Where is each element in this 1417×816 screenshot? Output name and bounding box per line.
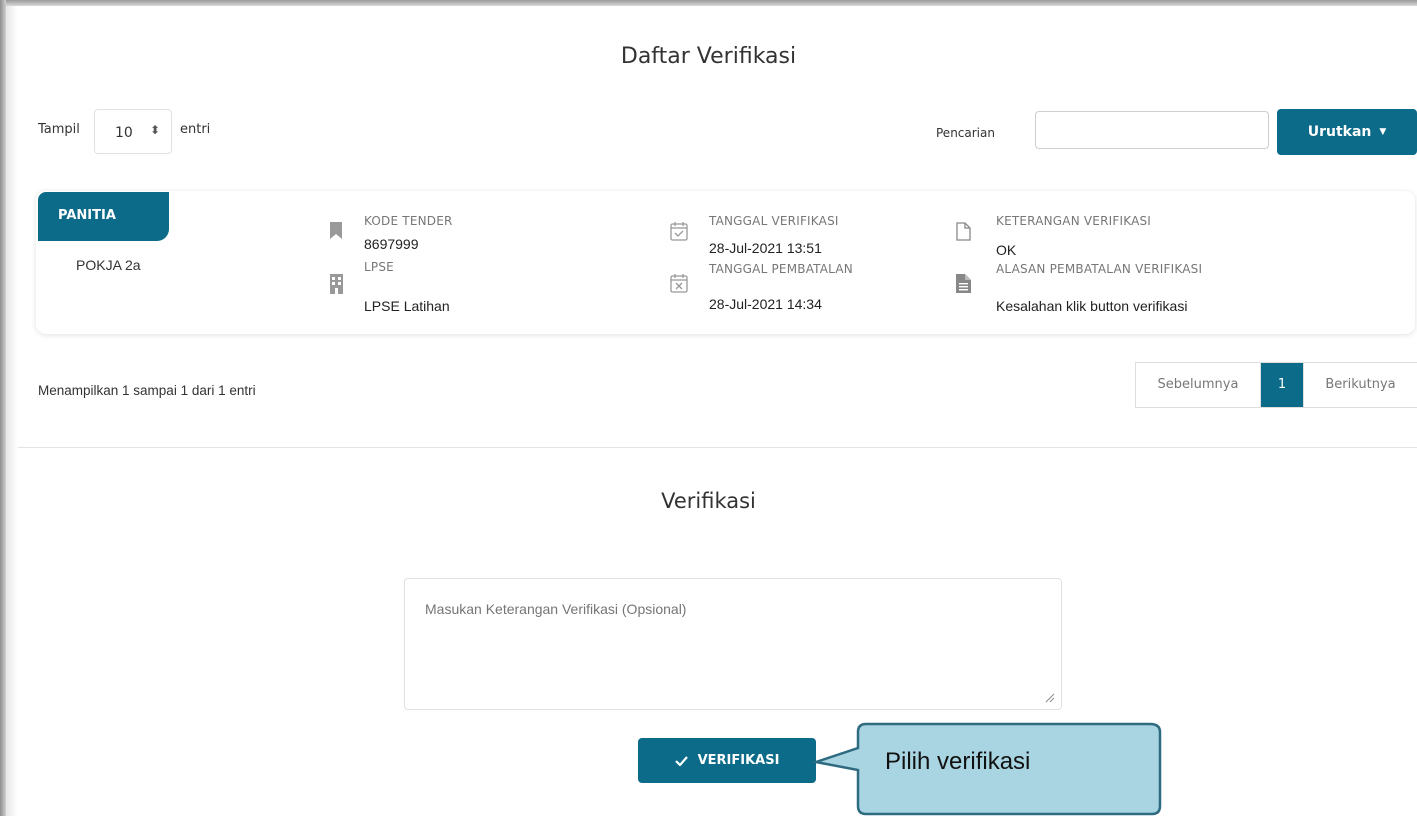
- pagination: Sebelumnya 1 Berikutnya: [1135, 362, 1417, 408]
- panitia-value: POKJA 2a: [76, 257, 141, 273]
- show-entries-suffix: entri: [180, 122, 211, 137]
- search-label: Pencarian: [936, 126, 995, 140]
- resize-grip-icon[interactable]: [1045, 693, 1055, 703]
- keterangan-verifikasi-value: OK: [996, 242, 1017, 258]
- tanggal-verifikasi-label: TANGGAL VERIFIKASI: [709, 214, 839, 228]
- bookmark-icon: [330, 222, 342, 239]
- tanggal-pembatalan-label: TANGGAL PEMBATALAN: [709, 262, 853, 276]
- verification-note-textarea[interactable]: [404, 578, 1062, 710]
- verify-button[interactable]: VERIFIKASI: [638, 738, 816, 783]
- search-input[interactable]: [1035, 111, 1269, 149]
- tanggal-verifikasi-value: 28-Jul-2021 13:51: [709, 240, 822, 256]
- select-sort-arrows-icon: ⬍: [150, 123, 161, 137]
- entries-per-page-select[interactable]: 10 ⬍: [94, 109, 172, 154]
- pagination-next-button[interactable]: Berikutnya: [1303, 363, 1417, 407]
- kode-tender-label: KODE TENDER: [364, 214, 453, 228]
- tanggal-pembatalan-value: 28-Jul-2021 14:34: [709, 296, 822, 312]
- kode-tender-value: 8697999: [364, 236, 419, 252]
- pagination-prev-button[interactable]: Sebelumnya: [1136, 363, 1261, 407]
- check-icon: [674, 755, 688, 766]
- building-icon: [330, 274, 343, 294]
- document-filled-icon: [956, 274, 971, 293]
- entries-per-page-value: 10: [115, 125, 133, 141]
- pagination-page-1[interactable]: 1: [1261, 363, 1303, 407]
- calendar-cancel-icon: [670, 274, 688, 293]
- calendar-check-icon: [670, 222, 688, 241]
- verify-button-label: VERIFIKASI: [697, 753, 780, 768]
- screenshot-frame-top: [0, 0, 1417, 6]
- callout-text: Pilih verifikasi: [885, 748, 1031, 775]
- show-entries-label: Tampil: [38, 122, 80, 137]
- verification-section-title: Verifikasi: [661, 489, 756, 513]
- alasan-pembatalan-value: Kesalahan klik button verifikasi: [996, 298, 1188, 314]
- section-divider: [18, 447, 1417, 448]
- pagination-info: Menampilkan 1 sampai 1 dari 1 entri: [38, 383, 256, 398]
- document-outline-icon: [956, 222, 971, 241]
- chevron-down-icon: ▼: [1379, 127, 1387, 137]
- panitia-tab: PANITIA: [38, 192, 169, 241]
- lpse-label: LPSE: [364, 260, 394, 274]
- sort-button-label: Urutkan: [1307, 124, 1372, 140]
- lpse-value: LPSE Latihan: [364, 298, 450, 314]
- keterangan-verifikasi-label: KETERANGAN VERIFIKASI: [996, 214, 1152, 228]
- page-title: Daftar Verifikasi: [620, 44, 797, 69]
- sort-dropdown-button[interactable]: Urutkan ▼: [1277, 109, 1417, 155]
- screenshot-frame-shadow: [6, 6, 18, 816]
- alasan-pembatalan-label: ALASAN PEMBATALAN VERIFIKASI: [996, 262, 1203, 276]
